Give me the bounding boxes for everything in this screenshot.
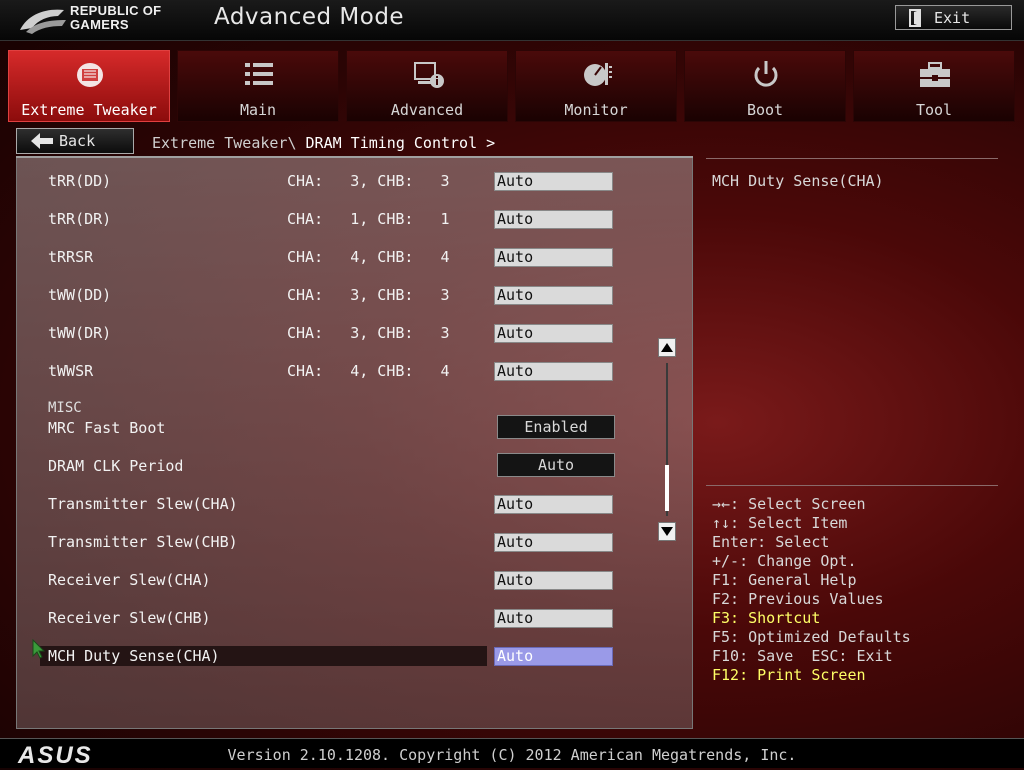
setting-label: MRC Fast Boot	[48, 419, 166, 437]
brand-text: REPUBLIC OF GAMERS	[70, 4, 161, 32]
setting-channel-values: CHA: 1, CHB: 1	[287, 210, 450, 228]
tab-monitor[interactable]: Monitor	[515, 50, 677, 122]
scroll-up-arrow-icon	[661, 343, 673, 352]
back-label: Back	[59, 132, 96, 150]
key-hint: F5: Optimized Defaults	[712, 628, 911, 646]
setting-label: DRAM CLK Period	[48, 457, 184, 475]
setting-channel-values: CHA: 3, CHB: 3	[287, 324, 450, 342]
settings-panel	[16, 156, 693, 729]
mouse-cursor-icon	[32, 639, 46, 659]
setting-label: tWW(DD)	[48, 286, 112, 304]
tab-label: Tool	[915, 101, 953, 119]
setting-value-field[interactable]: Auto	[494, 495, 613, 514]
setting-label: tRR(DR)	[48, 210, 112, 228]
breadcrumb-parent[interactable]: Extreme Tweaker\	[152, 134, 297, 152]
setting-value-field[interactable]: Auto	[494, 172, 613, 191]
tab-tool[interactable]: Tool	[853, 50, 1015, 122]
setting-label: tWWSR	[48, 362, 94, 380]
setting-label: Transmitter Slew(CHA)	[48, 495, 238, 513]
key-hint-print-screen[interactable]: F12: Print Screen	[712, 666, 866, 684]
brand-line-1: REPUBLIC OF	[70, 3, 162, 18]
setting-channel-values: CHA: 4, CHB: 4	[287, 248, 450, 266]
setting-value-field[interactable]: Auto	[494, 286, 613, 305]
setting-value-field[interactable]: Auto	[494, 210, 613, 229]
mode-title: Advanced Mode	[214, 4, 405, 30]
help-divider-middle	[706, 485, 998, 486]
scroll-up-button[interactable]	[658, 338, 676, 357]
exit-label: Exit	[934, 8, 971, 27]
tab-label: Monitor	[564, 101, 628, 119]
exit-door-icon	[909, 8, 921, 27]
setting-label: Receiver Slew(CHB)	[48, 609, 211, 627]
setting-channel-values: CHA: 3, CHB: 3	[287, 286, 450, 304]
key-hint: F2: Previous Values	[712, 590, 884, 608]
tab-main[interactable]: Main	[177, 50, 339, 122]
setting-channel-values: CHA: 3, CHB: 3	[287, 172, 450, 190]
brand-line-2: GAMERS	[70, 17, 129, 32]
gauge-icon	[584, 63, 612, 86]
breadcrumb-current: DRAM Timing Control >	[305, 134, 496, 152]
power-icon	[754, 61, 778, 87]
breadcrumb: Extreme Tweaker\ DRAM Timing Control >	[152, 134, 495, 152]
setting-label: tRRSR	[48, 248, 94, 266]
version-text: Version 2.10.1208. Copyright (C) 2012 Am…	[227, 746, 797, 764]
panel-top-line	[16, 156, 693, 158]
key-hint: F10: Save ESC: Exit	[712, 647, 893, 665]
tab-label: Boot	[746, 101, 784, 119]
section-header-misc: MISC	[48, 400, 82, 416]
setting-value-field-selected[interactable]: Auto	[494, 647, 613, 666]
setting-channel-values: CHA: 4, CHB: 4	[287, 362, 450, 380]
scroll-down-button[interactable]	[658, 522, 676, 541]
setting-label: tRR(DD)	[48, 172, 112, 190]
key-hint: F1: General Help	[712, 571, 857, 589]
key-hint: →←: Select Screen	[712, 495, 866, 513]
setting-value-field[interactable]: Auto	[494, 362, 613, 381]
back-arrow-icon	[31, 133, 53, 149]
key-hint-shortcut[interactable]: F3: Shortcut	[712, 609, 820, 627]
setting-label: Transmitter Slew(CHB)	[48, 533, 238, 551]
extreme-tweaker-icon	[77, 63, 103, 87]
tab-advanced[interactable]: Advanced	[346, 50, 508, 122]
key-hint: ↑↓: Select Item	[712, 514, 848, 532]
key-hint: Enter: Select	[712, 533, 830, 551]
setting-label: tWW(DR)	[48, 324, 112, 342]
mrc-fast-boot-button[interactable]: Enabled	[497, 415, 615, 439]
setting-value-field[interactable]: Auto	[494, 248, 613, 267]
help-title: MCH Duty Sense(CHA)	[712, 172, 884, 190]
setting-value-field[interactable]: Auto	[494, 533, 613, 552]
footer-divider	[0, 738, 1024, 739]
scroll-down-arrow-icon	[661, 527, 673, 536]
help-divider-top	[706, 158, 998, 159]
tab-label: Main	[239, 101, 277, 119]
dram-clk-period-button[interactable]: Auto	[497, 453, 615, 477]
setting-label-selected: MCH Duty Sense(CHA)	[48, 647, 220, 665]
key-hint: +/-: Change Opt.	[712, 552, 857, 570]
tab-label: Extreme Tweaker	[21, 101, 157, 119]
setting-value-field[interactable]: Auto	[494, 571, 613, 590]
tab-boot[interactable]: Boot	[684, 50, 846, 122]
advanced-info-icon	[414, 62, 444, 88]
setting-value-field[interactable]: Auto	[494, 609, 613, 628]
setting-value-field[interactable]: Auto	[494, 324, 613, 343]
tab-extreme-tweaker[interactable]: Extreme Tweaker	[8, 50, 170, 122]
scrollbar-thumb[interactable]	[665, 465, 669, 511]
tab-label: Advanced	[390, 101, 464, 119]
list-icon	[245, 63, 273, 85]
back-button[interactable]: Back	[16, 128, 134, 154]
toolbox-icon	[920, 62, 950, 87]
setting-label: Receiver Slew(CHA)	[48, 571, 211, 589]
exit-button[interactable]: Exit	[895, 5, 1012, 30]
